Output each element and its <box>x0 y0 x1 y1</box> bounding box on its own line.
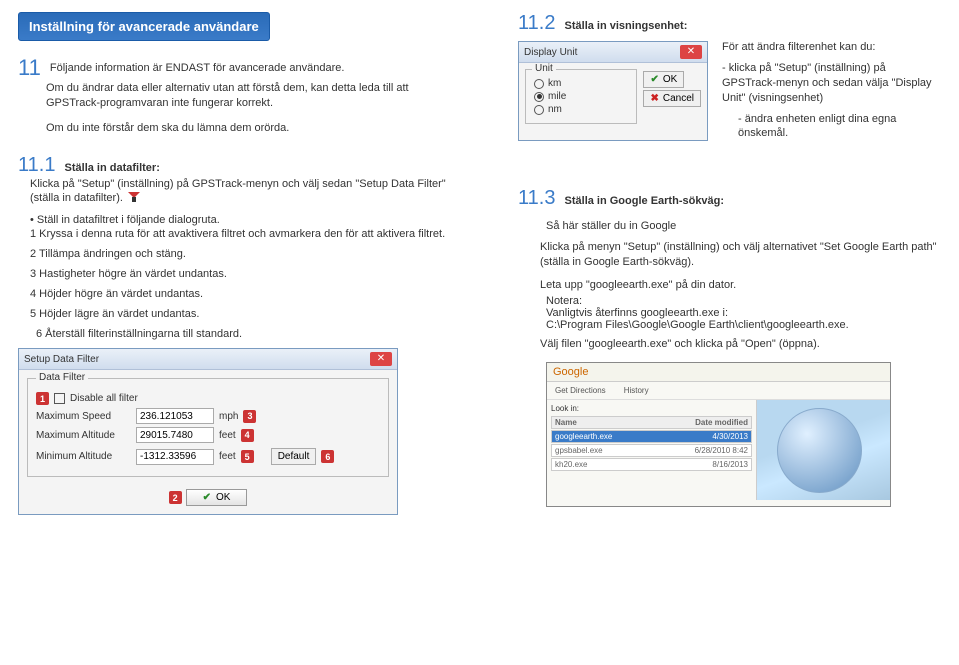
s11-1-step1: 1 Kryssa i denna ruta för att avaktivera… <box>30 228 458 240</box>
max-alt-label: Maximum Altitude <box>36 430 131 441</box>
disable-filter-checkbox[interactable] <box>54 393 65 404</box>
data-filter-dialog: Setup Data Filter ✕ Data Filter 1 Disabl… <box>18 348 398 515</box>
ge-tab-1: Get Directions <box>555 386 606 395</box>
check-icon: ✔ <box>203 492 211 503</box>
intro-lead: Följande information är ENDAST för avanc… <box>50 62 345 74</box>
section-number-11-2: 11.2 <box>518 12 555 34</box>
radio-nm-label: nm <box>548 104 562 115</box>
x-icon: ✖ <box>650 93 658 104</box>
section-number-11: 11 <box>18 55 41 80</box>
s11-1-p1: Klicka på "Setup" (inställning) på GPSTr… <box>30 177 458 207</box>
max-speed-label: Maximum Speed <box>36 411 131 422</box>
badge-4: 4 <box>241 429 254 442</box>
max-alt-input[interactable] <box>136 427 214 443</box>
data-filter-title: Setup Data Filter <box>24 354 99 365</box>
data-filter-ok-button[interactable]: ✔ OK <box>186 489 248 506</box>
s11-3-b2: Leta upp "googleearth.exe" på din dator. <box>540 278 938 293</box>
s11-1-step6: 6 Återställ filterinställningarna till s… <box>36 328 458 340</box>
min-alt-input[interactable] <box>136 449 214 465</box>
s11-3-note1: Vanligtvis återfinns googleearth.exe i: <box>546 307 938 319</box>
section-number-11-3: 11.3 <box>518 187 555 209</box>
funnel-icon <box>128 192 140 204</box>
intro-p1: Om du ändrar data eller alternativ utan … <box>46 81 458 111</box>
s11-2-b1: - klicka på "Setup" (inställning) på GPS… <box>722 61 938 106</box>
ge-col-date: Date modified <box>695 418 748 427</box>
section-title-11-1: Ställa in datafilter: <box>65 162 160 174</box>
radio-mile-label: mile <box>548 91 566 102</box>
radio-mile[interactable] <box>534 92 544 102</box>
max-speed-unit: mph <box>219 411 238 422</box>
max-speed-input[interactable] <box>136 408 214 424</box>
display-unit-dialog: Display Unit ✕ Unit km mile nm ✔OK ✖Canc… <box>518 41 708 141</box>
s11-1-step2: 2 Tillämpa ändringen och stäng. <box>30 248 458 260</box>
display-unit-cancel-button[interactable]: ✖Cancel <box>643 90 701 107</box>
display-unit-title: Display Unit <box>524 47 577 58</box>
s11-1-step5: 5 Höjder lägre än värdet undantas. <box>30 308 458 320</box>
max-alt-unit: feet <box>219 430 236 441</box>
section-number-11-1: 11.1 <box>18 154 55 176</box>
data-filter-group-label: Data Filter <box>36 372 88 383</box>
ge-tab-2: History <box>624 386 649 395</box>
ge-file-row-selected[interactable]: googleearth.exe4/30/2013 <box>551 430 752 443</box>
s11-3-note-label: Notera: <box>546 295 938 307</box>
section-title-11-2: Ställa in visningsenhet: <box>565 20 688 32</box>
ge-logo: Google <box>547 363 890 382</box>
radio-nm[interactable] <box>534 105 544 115</box>
google-earth-screenshot: Google Get Directions History Look in: N… <box>546 362 891 507</box>
ge-lookin: Look in: <box>551 404 579 413</box>
badge-5: 5 <box>241 450 254 463</box>
section-title-11-3: Ställa in Google Earth-sökväg: <box>565 195 725 207</box>
badge-2: 2 <box>169 491 182 504</box>
min-alt-unit: feet <box>219 451 236 462</box>
s11-1-step3: 3 Hastigheter högre än värdet undantas. <box>30 268 458 280</box>
ge-file-row[interactable]: kh20.exe8/16/2013 <box>551 458 752 471</box>
close-icon[interactable]: ✕ <box>680 45 702 59</box>
disable-filter-label: Disable all filter <box>70 393 138 404</box>
s11-3-b1: Klicka på menyn "Setup" (inställning) oc… <box>540 240 938 270</box>
check-icon: ✔ <box>650 74 658 85</box>
badge-1: 1 <box>36 392 49 405</box>
min-alt-label: Minimum Altitude <box>36 451 131 462</box>
s11-1-step4: 4 Höjder högre än värdet undantas. <box>30 288 458 300</box>
radio-km[interactable] <box>534 79 544 89</box>
badge-3: 3 <box>243 410 256 423</box>
intro-p2: Om du inte förstår dem ska du lämna dem … <box>46 121 458 136</box>
ge-col-name: Name <box>555 418 577 427</box>
s11-2-intro: För att ändra filterenhet kan du: <box>722 41 938 53</box>
radio-km-label: km <box>548 78 561 89</box>
ge-file-row[interactable]: gpsbabel.exe6/28/2010 8:42 <box>551 444 752 457</box>
page-title: Inställning för avancerade användare <box>18 12 270 41</box>
globe-icon <box>777 408 862 493</box>
s11-1-bullet: Ställ in datafiltret i följande dialogru… <box>30 214 458 226</box>
s11-3-b3: Välj filen "googleearth.exe" och klicka … <box>540 337 938 352</box>
badge-6: 6 <box>321 450 334 463</box>
s11-3-intro: Så här ställer du in Google <box>546 220 938 232</box>
display-unit-ok-button[interactable]: ✔OK <box>643 71 684 88</box>
unit-group-label: Unit <box>532 63 556 74</box>
default-button[interactable]: Default <box>271 448 317 465</box>
s11-3-note2: C:\Program Files\Google\Google Earth\cli… <box>546 319 938 331</box>
s11-2-b2: - ändra enheten enligt dina egna önskemå… <box>738 112 938 142</box>
close-icon[interactable]: ✕ <box>370 352 392 366</box>
